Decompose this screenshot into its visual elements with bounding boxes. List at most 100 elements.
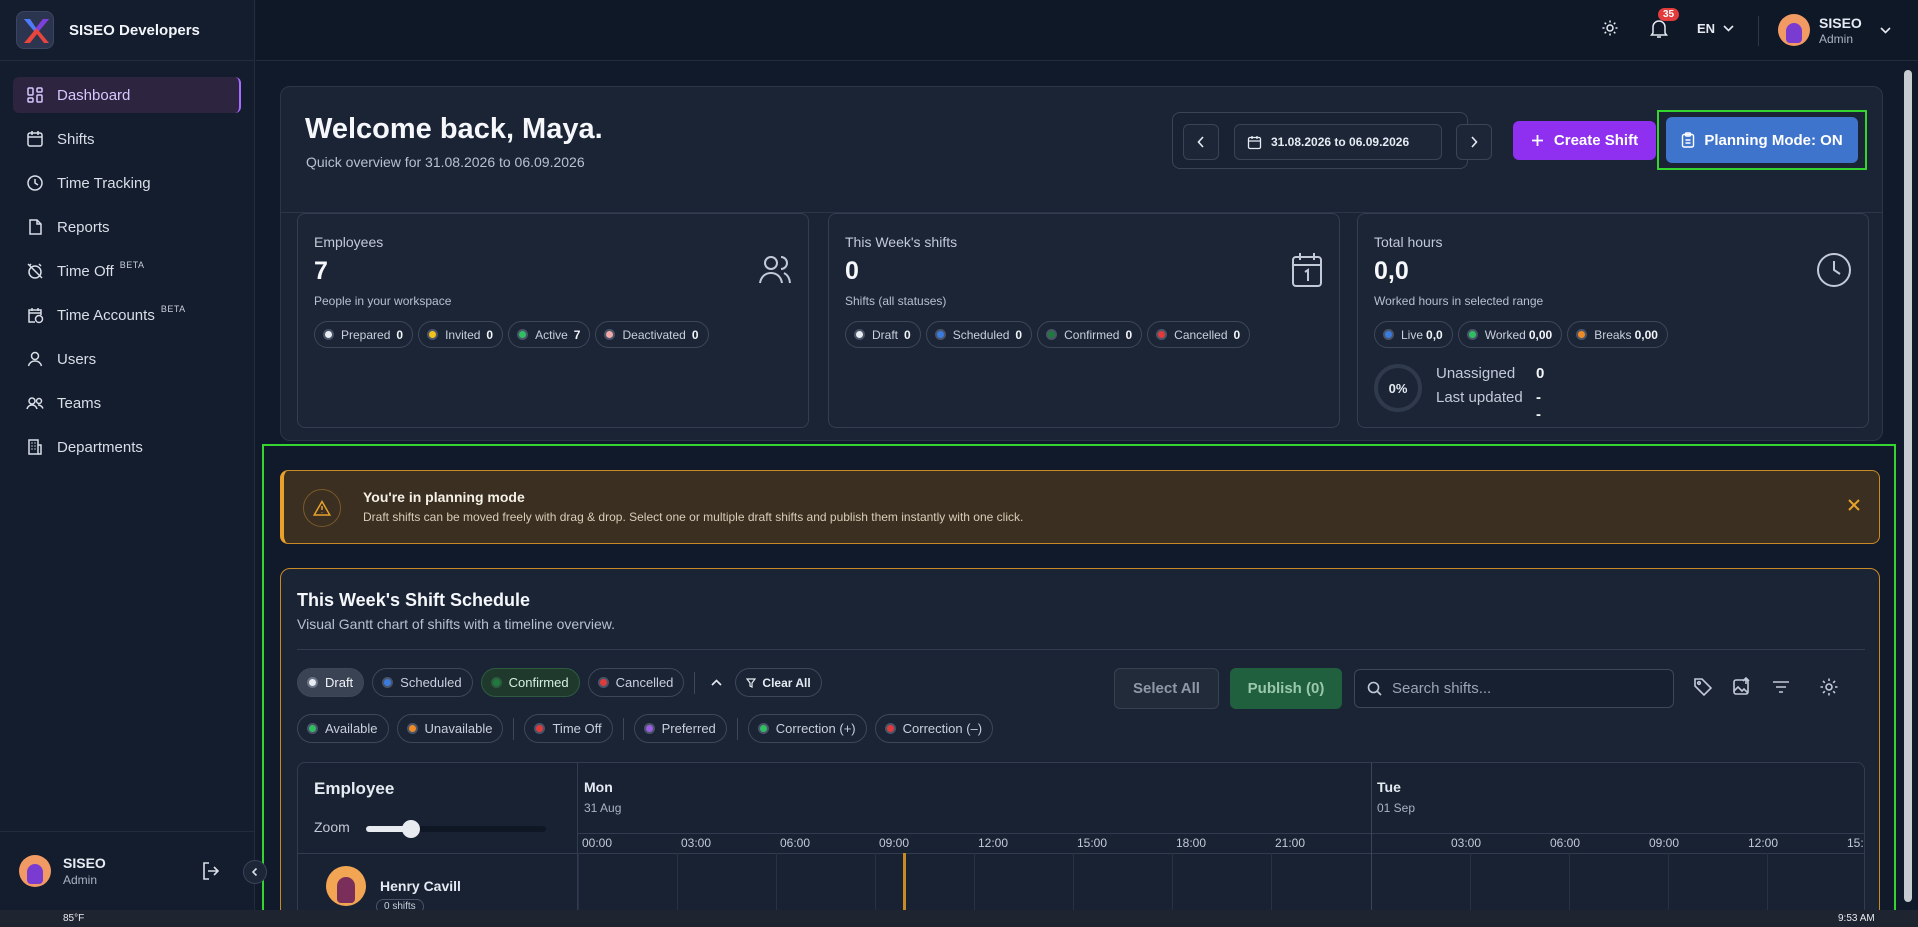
- filter-confirmed[interactable]: Confirmed: [480, 668, 580, 697]
- zoom-slider[interactable]: [366, 820, 546, 838]
- chevron-down-icon: [1723, 25, 1734, 32]
- filter-preferred[interactable]: Preferred: [633, 714, 727, 743]
- select-all-button[interactable]: Select All: [1114, 668, 1219, 709]
- pill-confirmed[interactable]: Confirmed 0: [1037, 321, 1143, 348]
- filter-available[interactable]: Available: [297, 714, 389, 743]
- sidebar-item-teams[interactable]: Teams: [13, 385, 241, 421]
- pill-draft[interactable]: Draft 0: [845, 321, 921, 348]
- date-range-button[interactable]: 31.08.2026 to 06.09.2026: [1234, 124, 1442, 160]
- hour-label: 00:00: [582, 836, 613, 850]
- next-week-button[interactable]: [1456, 124, 1492, 160]
- stat-value: 7: [314, 257, 328, 285]
- pill-count: 0: [904, 327, 911, 342]
- status-dot: [1046, 329, 1058, 340]
- hour-label: 12:00: [1748, 836, 1779, 850]
- filter-time-off[interactable]: Time Off: [524, 714, 613, 743]
- tag-icon[interactable]: [1693, 677, 1713, 702]
- filter-scheduled[interactable]: Scheduled: [372, 668, 473, 697]
- sidebar-user: SISEO Admin: [0, 831, 255, 910]
- sidebar-item-time-off[interactable]: Time Off BETA: [13, 253, 241, 289]
- publish-button[interactable]: Publish (0): [1230, 668, 1342, 709]
- sidebar-item-dashboard[interactable]: Dashboard: [13, 77, 241, 113]
- progress-ring: 0%: [1374, 364, 1422, 412]
- sun-icon[interactable]: [1601, 19, 1619, 42]
- employee-row-header[interactable]: Henry Cavill 0 shifts: [326, 866, 461, 914]
- filter-cancelled[interactable]: Cancelled: [587, 668, 685, 697]
- brand-logo-icon: [16, 11, 54, 49]
- warning-icon: [303, 489, 341, 527]
- search-input[interactable]: Search shifts...: [1354, 669, 1674, 708]
- status-dot: [382, 677, 394, 688]
- sidebar-item-label: Dashboard: [57, 86, 131, 104]
- zoom-slider-handle[interactable]: [402, 820, 420, 838]
- pill-live[interactable]: Live 0,0: [1374, 321, 1453, 348]
- pill-cancelled[interactable]: Cancelled 0: [1147, 321, 1251, 348]
- pill-invited[interactable]: Invited 0: [418, 321, 504, 348]
- pill-worked[interactable]: Worked 0,00: [1457, 321, 1563, 348]
- planning-mode-button[interactable]: Planning Mode: ON: [1666, 117, 1858, 163]
- page-subtitle: Quick overview for 31.08.2026 to 06.09.2…: [306, 154, 585, 170]
- unassigned-row: Unassigned 0: [1436, 365, 1544, 382]
- close-icon[interactable]: [1847, 498, 1861, 517]
- status-dot: [854, 329, 865, 340]
- pill-prepared[interactable]: Prepared 0: [314, 321, 414, 348]
- hour-label: 09:00: [1649, 836, 1680, 850]
- last-updated-row: Last updated --: [1436, 389, 1541, 423]
- bell-icon[interactable]: [1650, 19, 1668, 44]
- language-label: EN: [1697, 21, 1716, 36]
- weather-label: 85°F: [63, 913, 85, 924]
- hour-label: 15:: [1847, 836, 1864, 850]
- gear-icon[interactable]: [1819, 677, 1839, 702]
- search-placeholder: Search shifts...: [1392, 680, 1492, 697]
- language-select[interactable]: EN: [1697, 21, 1734, 36]
- user-role: Admin: [63, 873, 98, 887]
- sidebar-item-time-tracking[interactable]: Time Tracking: [13, 165, 241, 201]
- image-export-icon[interactable]: [1732, 676, 1752, 702]
- sidebar-item-reports[interactable]: Reports: [13, 209, 241, 245]
- pill-active[interactable]: Active 7: [508, 321, 591, 348]
- pill-breaks[interactable]: Breaks 0,00: [1567, 321, 1668, 348]
- prev-week-button[interactable]: [1183, 124, 1219, 160]
- filter-correction-minus[interactable]: Correction (–): [874, 714, 994, 743]
- status-dot: [307, 723, 318, 734]
- clear-all-button[interactable]: Clear All: [735, 668, 822, 697]
- scrollbar-thumb[interactable]: [1904, 70, 1912, 902]
- create-shift-button[interactable]: Create Shift: [1513, 121, 1656, 160]
- sidebar-item-users[interactable]: Users: [13, 341, 241, 377]
- status-dot: [1576, 329, 1588, 340]
- sidebar-item-departments[interactable]: Departments: [13, 429, 241, 465]
- filter-unavailable[interactable]: Unavailable: [396, 714, 504, 743]
- sort-icon[interactable]: [1771, 677, 1791, 702]
- sidebar-item-label: Users: [57, 350, 97, 368]
- planning-mode-highlight: Planning Mode: ON: [1657, 110, 1867, 170]
- filter-draft[interactable]: Draft: [297, 668, 365, 697]
- pill-label: Invited: [445, 327, 481, 342]
- pill-label: Active: [535, 327, 568, 342]
- chevron-down-icon: [1880, 26, 1891, 34]
- calendar-clock-icon: [25, 305, 45, 325]
- divider: [513, 717, 515, 740]
- page-scrollbar[interactable]: [1903, 62, 1913, 910]
- calendar-icon: [1247, 135, 1262, 149]
- sidebar-item-label: Reports: [57, 218, 110, 236]
- pill-scheduled[interactable]: Scheduled 0: [925, 321, 1033, 348]
- sidebar-item-shifts[interactable]: Shifts: [13, 121, 241, 157]
- status-dot: [757, 723, 769, 734]
- stat-label: Total hours: [1374, 234, 1443, 250]
- filter-label: Cancelled: [615, 675, 674, 690]
- hour-label: 06:00: [1550, 836, 1581, 850]
- avatar[interactable]: [19, 855, 51, 887]
- filter-correction-plus[interactable]: Correction (+): [747, 714, 867, 743]
- pill-count: 0: [486, 327, 494, 342]
- pill-deactivated[interactable]: Deactivated 0: [595, 321, 709, 348]
- brand[interactable]: SISEO Developers: [0, 0, 254, 61]
- collapse-sidebar-button[interactable]: [243, 860, 267, 884]
- logout-icon[interactable]: [200, 860, 222, 887]
- gantt-timeline[interactable]: Mon 31 Aug Tue 01 Sep 00:00 03:00 06:00 09:…: [578, 763, 1864, 927]
- pill-label: Confirmed: [1064, 327, 1120, 342]
- alarm-off-icon: [25, 261, 45, 281]
- sidebar-item-time-accounts[interactable]: Time Accounts BETA: [13, 297, 241, 333]
- user-menu[interactable]: SISEO Admin: [1778, 14, 1891, 46]
- chevron-up-icon[interactable]: [705, 679, 727, 686]
- pill-count: 0,0: [1426, 327, 1443, 342]
